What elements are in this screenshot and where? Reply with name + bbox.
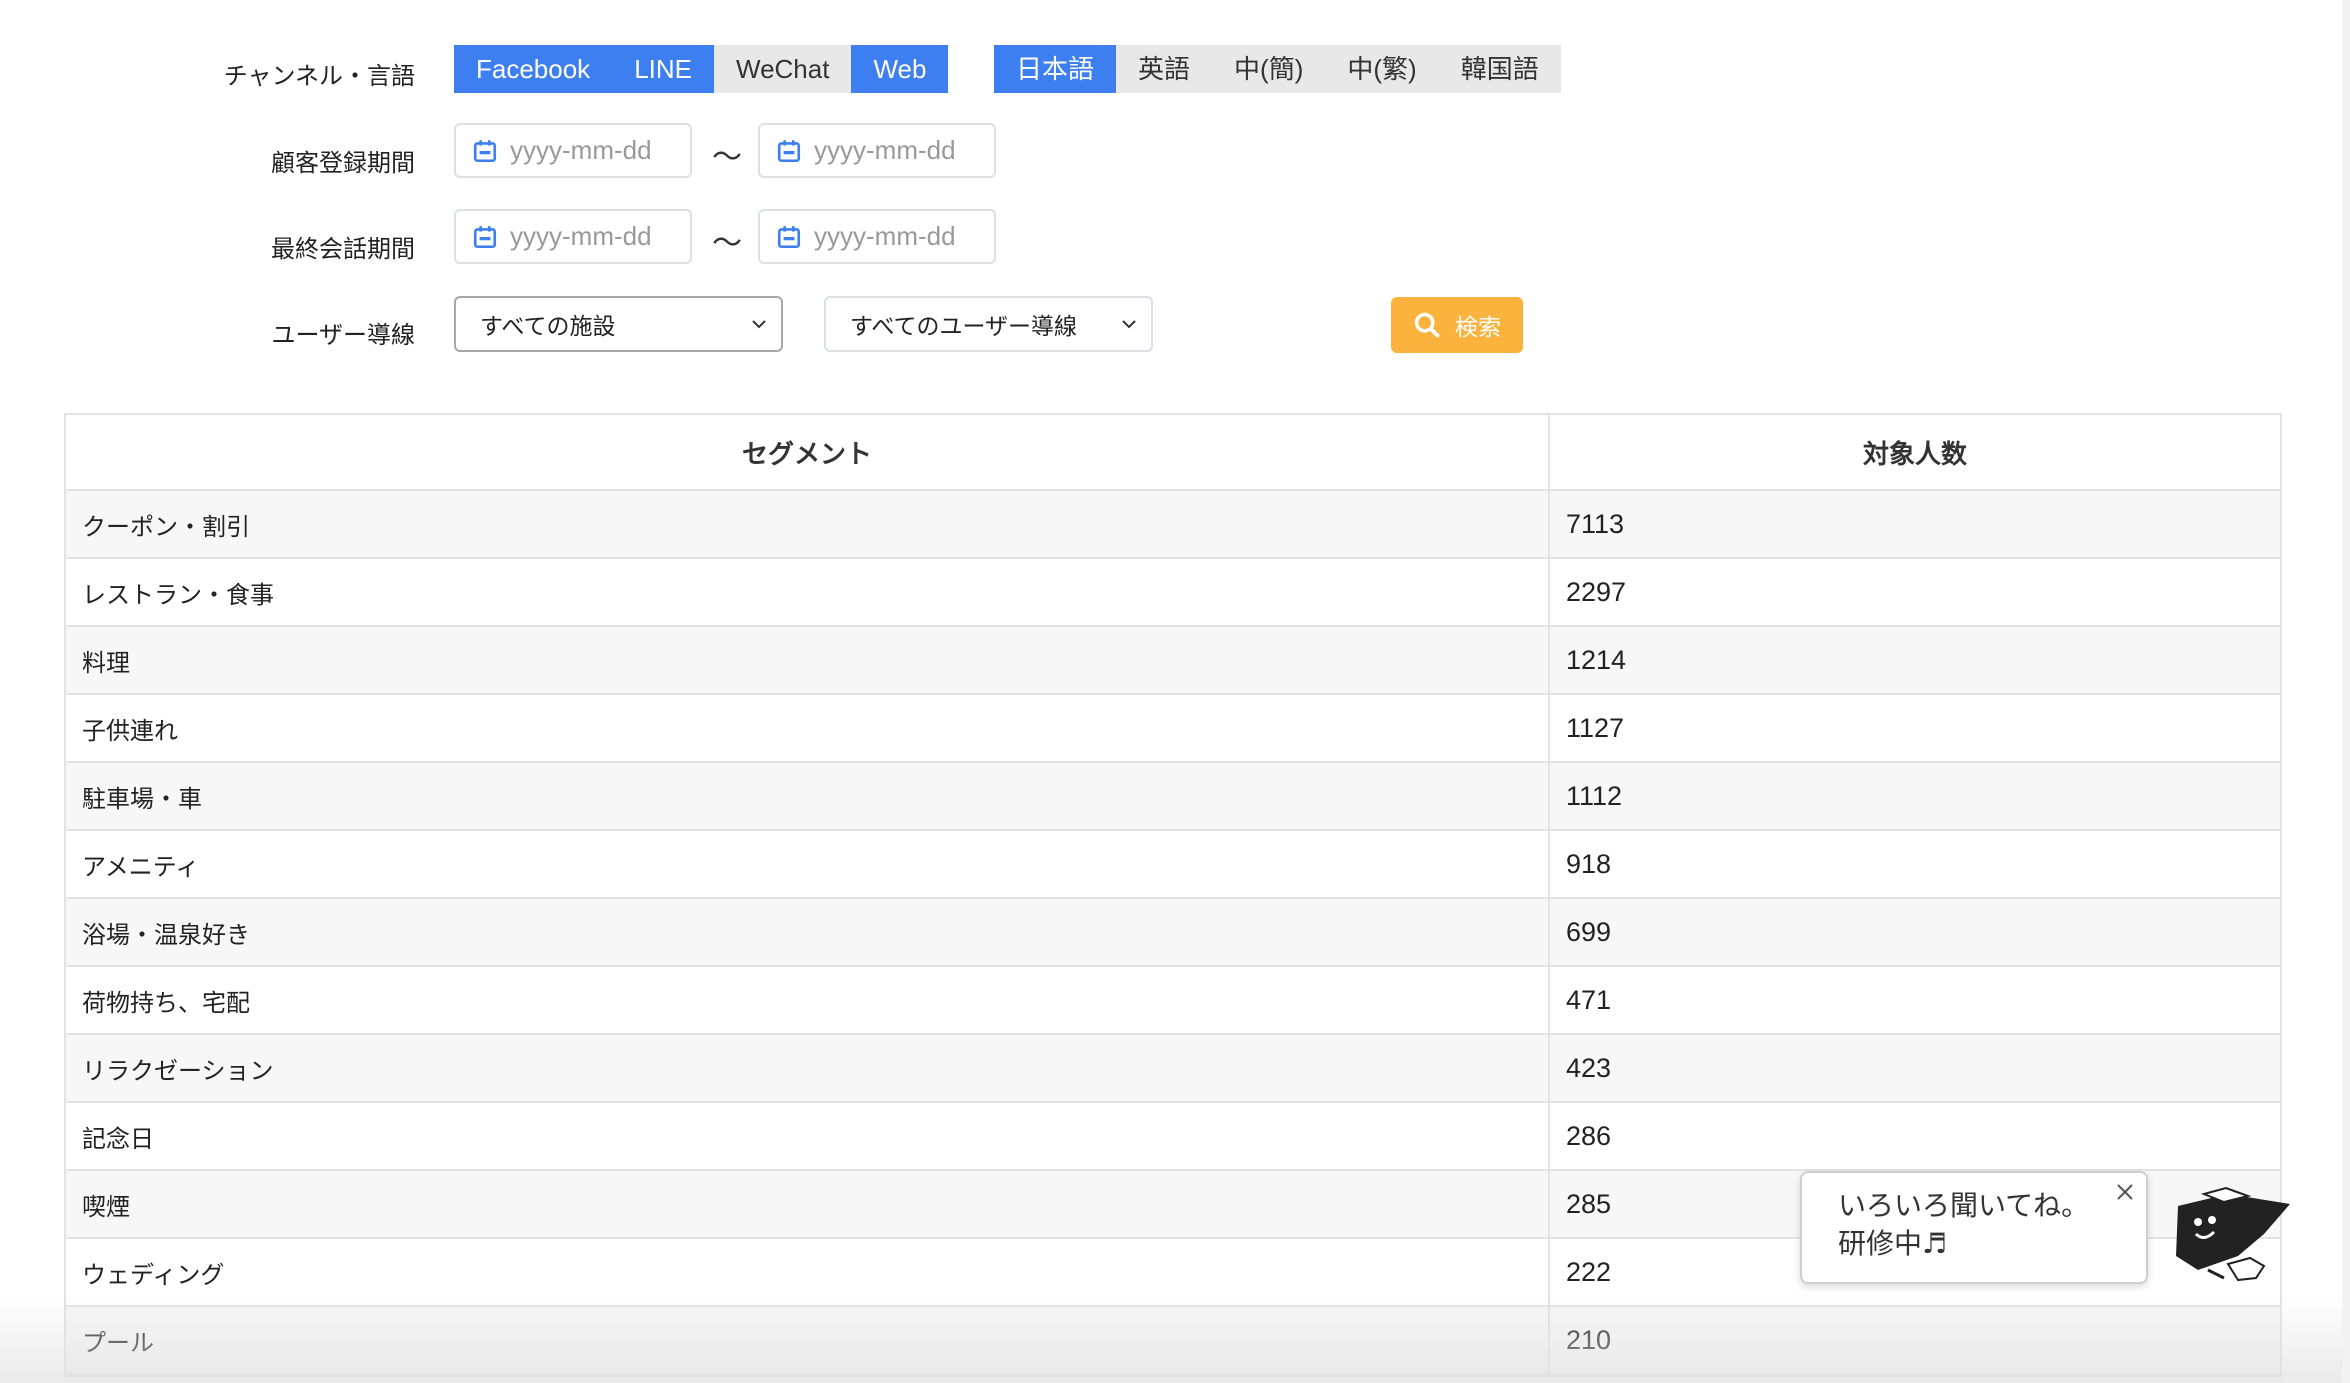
table-row: 荷物持ち、宅配 471	[66, 967, 2280, 1035]
channel-language-label: チャンネル・言語	[223, 62, 415, 90]
table-row: 記念日 286	[66, 1103, 2280, 1171]
count-cell: 1112	[1566, 780, 1623, 811]
count-cell: 699	[1566, 916, 1612, 947]
count-cell: 1214	[1566, 644, 1627, 675]
segment-cell: 料理	[66, 627, 1550, 693]
channel-toggle-3[interactable]: Web	[851, 45, 949, 93]
facility-select-value: すべての施設	[480, 314, 616, 340]
segment-cell: 子供連れ	[66, 695, 1550, 761]
date-placeholder: yyyy-mm-dd	[510, 221, 652, 251]
chat-bubble[interactable]: いろいろ聞いてね。 研修中♬	[1800, 1171, 2148, 1284]
segment-cell: 荷物持ち、宅配	[66, 967, 1550, 1033]
segment-cell: 記念日	[66, 1103, 1550, 1169]
language-toggle-2[interactable]: 中(簡)	[1212, 45, 1326, 93]
chat-bubble-line1: いろいろ聞いてね。	[1838, 1189, 2090, 1222]
search-button[interactable]: 検索	[1391, 297, 1523, 353]
segment-cell: プール	[66, 1307, 1550, 1373]
table-row: リラクゼーション 423	[66, 1035, 2280, 1103]
user-flow-label: ユーザー導線	[271, 321, 415, 349]
facility-select[interactable]: すべての施設	[454, 296, 783, 352]
segment-cell: 喫煙	[66, 1171, 1550, 1237]
segment-cell: ウェディング	[66, 1239, 1550, 1305]
count-cell: 286	[1566, 1120, 1612, 1151]
last-talk-period-label: 最終会話期間	[271, 235, 415, 263]
table-row: レストラン・食事 2297	[66, 559, 2280, 627]
count-cell: 918	[1566, 848, 1612, 879]
count-cell: 7113	[1566, 508, 1625, 539]
table-row: プール 210	[66, 1307, 2280, 1375]
user-flow-select-value: すべてのユーザー導線	[850, 314, 1078, 340]
register-end-date-input[interactable]: yyyy-mm-dd	[758, 123, 996, 178]
segment-column-header: セグメント	[66, 415, 1550, 489]
last-talk-end-date-input[interactable]: yyyy-mm-dd	[758, 209, 996, 264]
channel-toggle-1[interactable]: LINE	[612, 45, 714, 93]
range-separator: 〜	[712, 140, 742, 175]
count-cell: 210	[1566, 1324, 1612, 1355]
table-row: 料理 1214	[66, 627, 2280, 695]
count-column-header: 対象人数	[1862, 439, 1967, 470]
chevron-down-icon	[1122, 320, 1136, 329]
search-button-label: 検索	[1455, 315, 1501, 341]
language-toggle-0[interactable]: 日本語	[994, 45, 1117, 93]
table-row: 浴場・温泉好き 699	[66, 899, 2280, 967]
channel-toggle-group: Facebook LINE WeChat Web	[454, 45, 949, 93]
register-start-date-input[interactable]: yyyy-mm-dd	[454, 123, 692, 178]
last-talk-start-date-input[interactable]: yyyy-mm-dd	[454, 209, 692, 264]
date-placeholder: yyyy-mm-dd	[814, 221, 956, 251]
language-toggle-4[interactable]: 韓国語	[1438, 45, 1561, 93]
calendar-icon	[777, 139, 801, 162]
date-placeholder: yyyy-mm-dd	[510, 135, 652, 165]
segment-cell: リラクゼーション	[66, 1035, 1550, 1101]
channel-toggle-2[interactable]: WeChat	[714, 45, 852, 93]
count-cell: 423	[1566, 1052, 1612, 1083]
language-toggle-1[interactable]: 英語	[1116, 45, 1213, 93]
table-header: セグメント 対象人数	[66, 415, 2280, 491]
calendar-icon	[473, 139, 497, 162]
channel-toggle-0[interactable]: Facebook	[454, 45, 613, 93]
segment-cell: アメニティ	[66, 831, 1550, 897]
scrollbar[interactable]	[2342, 0, 2350, 1383]
chat-bubble-line2: 研修中♬	[1838, 1227, 1948, 1260]
register-period-label: 顧客登録期間	[271, 149, 415, 177]
search-icon	[1414, 312, 1440, 338]
language-toggle-group: 日本語 英語 中(簡) 中(繁) 韓国語	[994, 45, 1561, 93]
chevron-down-icon	[752, 320, 766, 329]
chatbot-mascot-icon[interactable]	[2168, 1186, 2294, 1286]
user-flow-select[interactable]: すべてのユーザー導線	[824, 296, 1153, 352]
segment-cell: 駐車場・車	[66, 763, 1550, 829]
segment-cell: クーポン・割引	[66, 491, 1550, 557]
count-cell: 2297	[1566, 576, 1627, 607]
table-row: クーポン・割引 7113	[66, 491, 2280, 559]
language-toggle-3[interactable]: 中(繁)	[1325, 45, 1439, 93]
segment-cell: レストラン・食事	[66, 559, 1550, 625]
table-row: 子供連れ 1127	[66, 695, 2280, 763]
calendar-icon	[777, 225, 801, 248]
close-icon[interactable]	[2114, 1181, 2136, 1203]
count-cell: 1127	[1566, 712, 1625, 743]
segment-cell: 浴場・温泉好き	[66, 899, 1550, 965]
range-separator: 〜	[712, 226, 742, 261]
table-row: 駐車場・車 1112	[66, 763, 2280, 831]
table-row: アメニティ 918	[66, 831, 2280, 899]
count-cell: 471	[1566, 984, 1612, 1015]
calendar-icon	[473, 225, 497, 248]
date-placeholder: yyyy-mm-dd	[814, 135, 956, 165]
